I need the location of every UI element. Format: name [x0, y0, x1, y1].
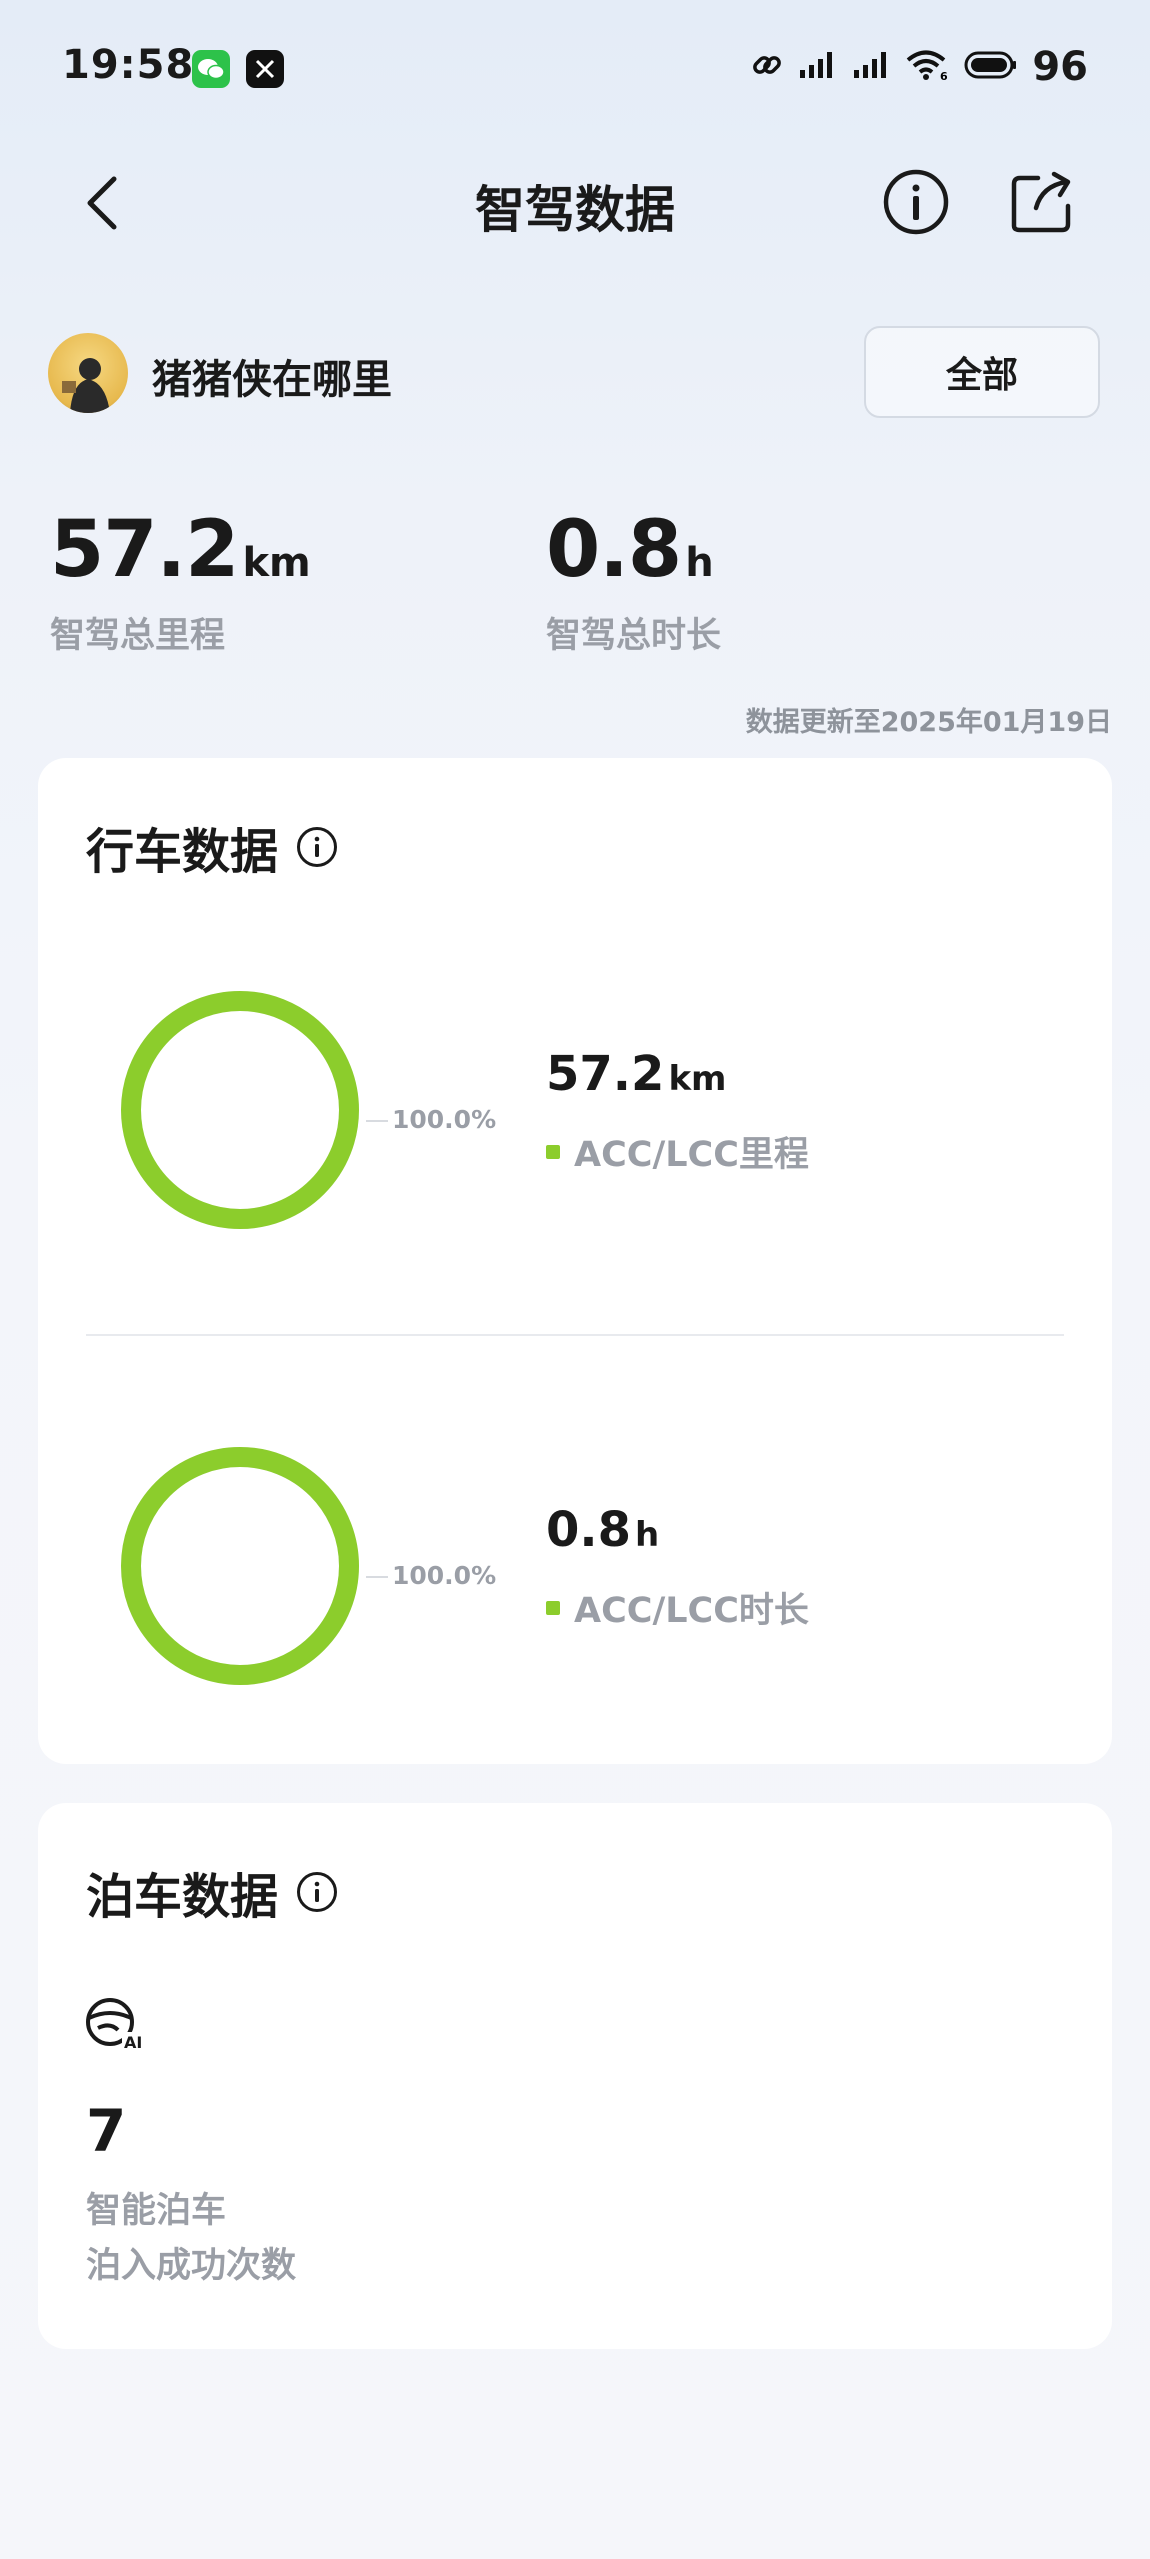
parking-label-line1: 智能泊车	[86, 2191, 227, 2231]
filter-all-button[interactable]: 全部	[864, 326, 1100, 418]
status-icons: 6 96	[750, 44, 1088, 90]
total-duration-value: 0.8 h	[546, 505, 714, 595]
data-updated-text: 数据更新至2025年01月19日	[745, 707, 1112, 738]
share-icon	[1011, 171, 1071, 233]
wechat-icon	[192, 50, 230, 88]
share-button[interactable]	[1008, 168, 1076, 236]
legend-color-swatch	[546, 1144, 560, 1159]
acc-lcc-mileage-legend: ACC/LCC里程	[546, 1126, 809, 1177]
link-icon	[750, 48, 784, 86]
parking-info-icon[interactable]	[296, 1871, 338, 1913]
signal-icon	[852, 50, 892, 84]
total-duration-label: 智驾总时长	[546, 616, 722, 656]
duration-ring-arc	[121, 1447, 359, 1685]
username: 猪猪侠在哪里	[152, 357, 392, 403]
acc-lcc-duration-value: 0.8 h	[546, 1502, 660, 1558]
mileage-ring-chart	[121, 991, 359, 1229]
legend-color-swatch	[546, 1600, 560, 1615]
acc-lcc-duration-legend: ACC/LCC时长	[546, 1582, 809, 1633]
driving-data-title: 行车数据	[86, 812, 338, 882]
page-title: 智驾数据	[475, 181, 675, 239]
total-mileage-label: 智驾总里程	[50, 616, 226, 656]
duration-ring-percent: 100.0%	[392, 1561, 497, 1590]
mileage-ring-arc	[121, 991, 359, 1229]
info-icon	[883, 169, 949, 235]
parking-success-count: 7	[86, 2097, 127, 2165]
avatar[interactable]	[48, 333, 128, 413]
parking-data-title: 泊车数据	[86, 1857, 338, 1927]
status-time: 19:58	[62, 42, 195, 88]
battery-icon	[964, 50, 1018, 84]
svg-text:AI: AI	[124, 2033, 142, 2050]
info-button[interactable]	[882, 168, 950, 236]
x-app-icon	[246, 50, 284, 88]
duration-ring-chart	[121, 1447, 359, 1685]
signal-icon	[798, 50, 838, 84]
parking-label-line2: 泊入成功次数	[86, 2246, 297, 2286]
svg-text:6: 6	[940, 70, 948, 81]
ai-steering-icon: AI	[86, 1998, 148, 2050]
total-mileage-value: 57.2 km	[50, 505, 311, 595]
card-divider	[86, 1334, 1064, 1336]
duration-ring-leader-line	[366, 1576, 388, 1578]
driving-info-icon[interactable]	[296, 826, 338, 868]
mileage-ring-percent: 100.0%	[392, 1105, 497, 1134]
battery-level: 96	[1032, 44, 1088, 90]
acc-lcc-mileage-value: 57.2 km	[546, 1046, 727, 1102]
mileage-ring-leader-line	[366, 1120, 388, 1122]
wifi-icon: 6	[906, 49, 950, 85]
